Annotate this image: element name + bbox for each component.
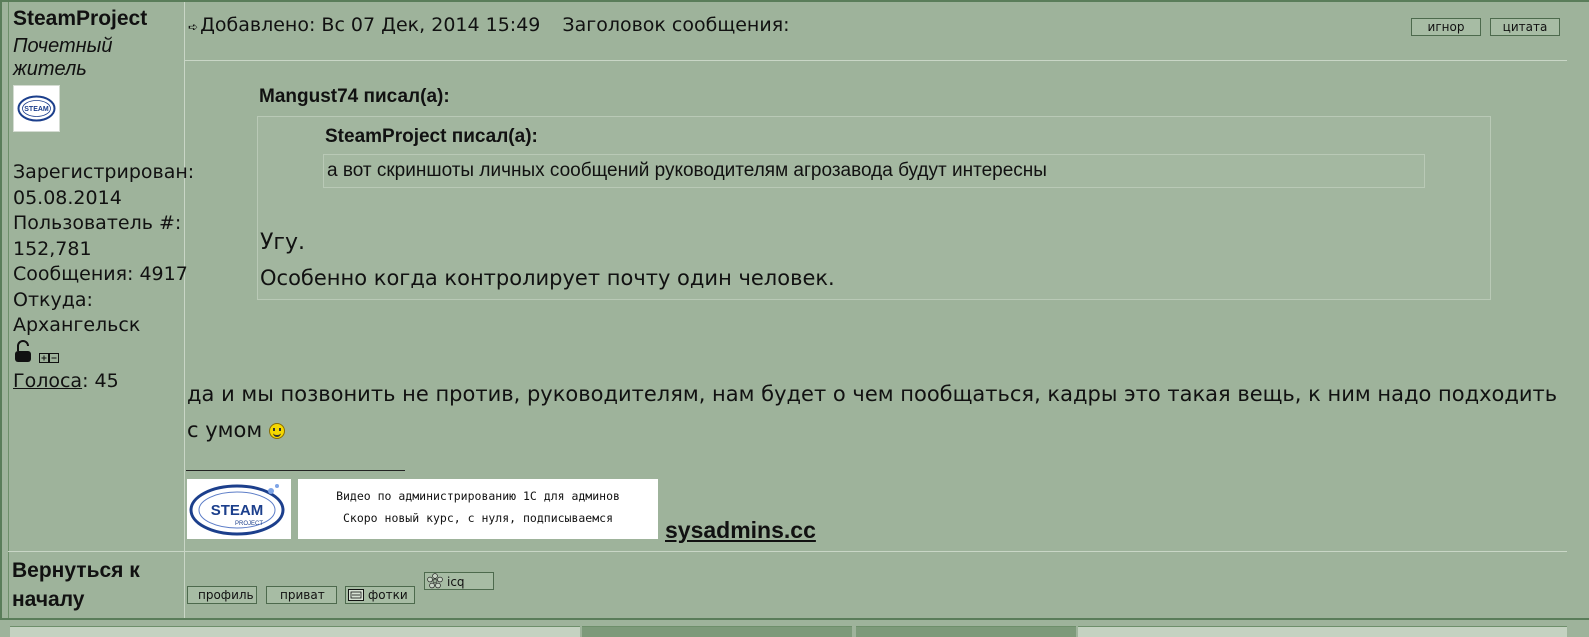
footer-strip-3 (856, 626, 1076, 637)
registered-label: Зарегистрирован: (13, 161, 195, 183)
post-count: Сообщения: 4917 (13, 263, 188, 285)
footer-divider (8, 551, 1567, 552)
ignore-button[interactable]: игнор (1411, 18, 1481, 36)
svg-text:PROJECT: PROJECT (235, 521, 263, 527)
photo-icon (348, 588, 364, 606)
footer-strip-2 (582, 626, 852, 637)
subject-label: Заголовок сообщения: (562, 14, 790, 36)
post-content: ➪ Добавлено: Вс 07 Дек, 2014 15:49 Заголов… (185, 2, 1567, 552)
icq-button-label: icq (447, 575, 465, 589)
smile-icon (268, 423, 285, 439)
user-number-label: Пользователь #: (13, 212, 182, 234)
footer-strip-4 (1078, 626, 1567, 637)
post-date: Добавлено: Вс 07 Дек, 2014 15:49 (200, 14, 541, 36)
post-header: ➪ Добавлено: Вс 07 Дек, 2014 15:49 Заголов… (188, 14, 790, 36)
post-body: да и мы позвонить не против, руководител… (187, 376, 1565, 448)
signature-link[interactable]: sysadmins.cc (665, 517, 816, 544)
photos-button-label: фотки (368, 588, 408, 602)
banner-line2: Скоро новый курс, с нуля, подписываемся (342, 511, 614, 525)
svg-text:STEAM: STEAM (24, 106, 49, 113)
banner-line1: Видео по администрированию 1С для админо… (336, 489, 620, 503)
profile-button[interactable]: профиль (187, 586, 257, 604)
quote-button[interactable]: цитата (1490, 18, 1560, 36)
inner-quote-text: а вот скриншоты личных сообщений руковод… (323, 154, 1425, 188)
pm-button[interactable]: приват (266, 586, 337, 604)
avatar: STEAM (13, 85, 60, 132)
registered-date: 05.08.2014 (13, 186, 122, 209)
username[interactable]: SteamProject (13, 7, 147, 31)
steam-project-logo-icon: STEAM PROJECT (189, 484, 285, 536)
signature-banner[interactable]: Видео по администрированию 1С для админо… (298, 479, 658, 539)
votes-value: : 45 (82, 370, 119, 392)
signature-logo[interactable]: STEAM PROJECT (187, 479, 291, 539)
user-number: 152,781 (13, 237, 92, 260)
post-body-text: да и мы позвонить не против, руководител… (187, 382, 1558, 442)
gender-icon (39, 353, 59, 363)
status-icons (13, 340, 73, 366)
icq-flower-icon (427, 573, 443, 593)
user-rank: Почетный житель (13, 35, 113, 80)
location-label: Откуда: (13, 288, 93, 311)
header-divider (185, 60, 1567, 61)
steam-logo-icon: STEAM (17, 95, 56, 122)
quote-reply-line2: Особенно когда контролирует почту один ч… (260, 266, 835, 290)
location: Архангельск (13, 314, 141, 336)
quote-reply-line1: Угу. (260, 230, 305, 255)
signature-divider (186, 470, 405, 471)
votes-link[interactable]: Голоса (13, 370, 82, 392)
footer-strip-1 (10, 626, 580, 637)
icq-button[interactable]: icq (424, 572, 494, 590)
user-info: Зарегистрирован: 05.08.2014 Пользователь… (13, 160, 194, 339)
user-profile-panel: SteamProject Почетный житель STEAM Зарег… (8, 2, 194, 552)
post-arrow-icon[interactable]: ➪ (188, 20, 198, 34)
back-to-top-link[interactable]: Вернуться к началу (12, 556, 182, 614)
profile-button-label: профиль (198, 588, 254, 602)
quote-author: Mangust74 писал(а): (259, 86, 450, 107)
pm-button-label: приват (280, 588, 325, 602)
svg-text:STEAM: STEAM (211, 502, 264, 519)
votes: Голоса: 45 (13, 370, 119, 392)
offline-lock-icon (15, 340, 31, 362)
inner-quote-author: SteamProject писал(а): (325, 126, 538, 147)
photos-button[interactable]: фотки (345, 586, 415, 604)
